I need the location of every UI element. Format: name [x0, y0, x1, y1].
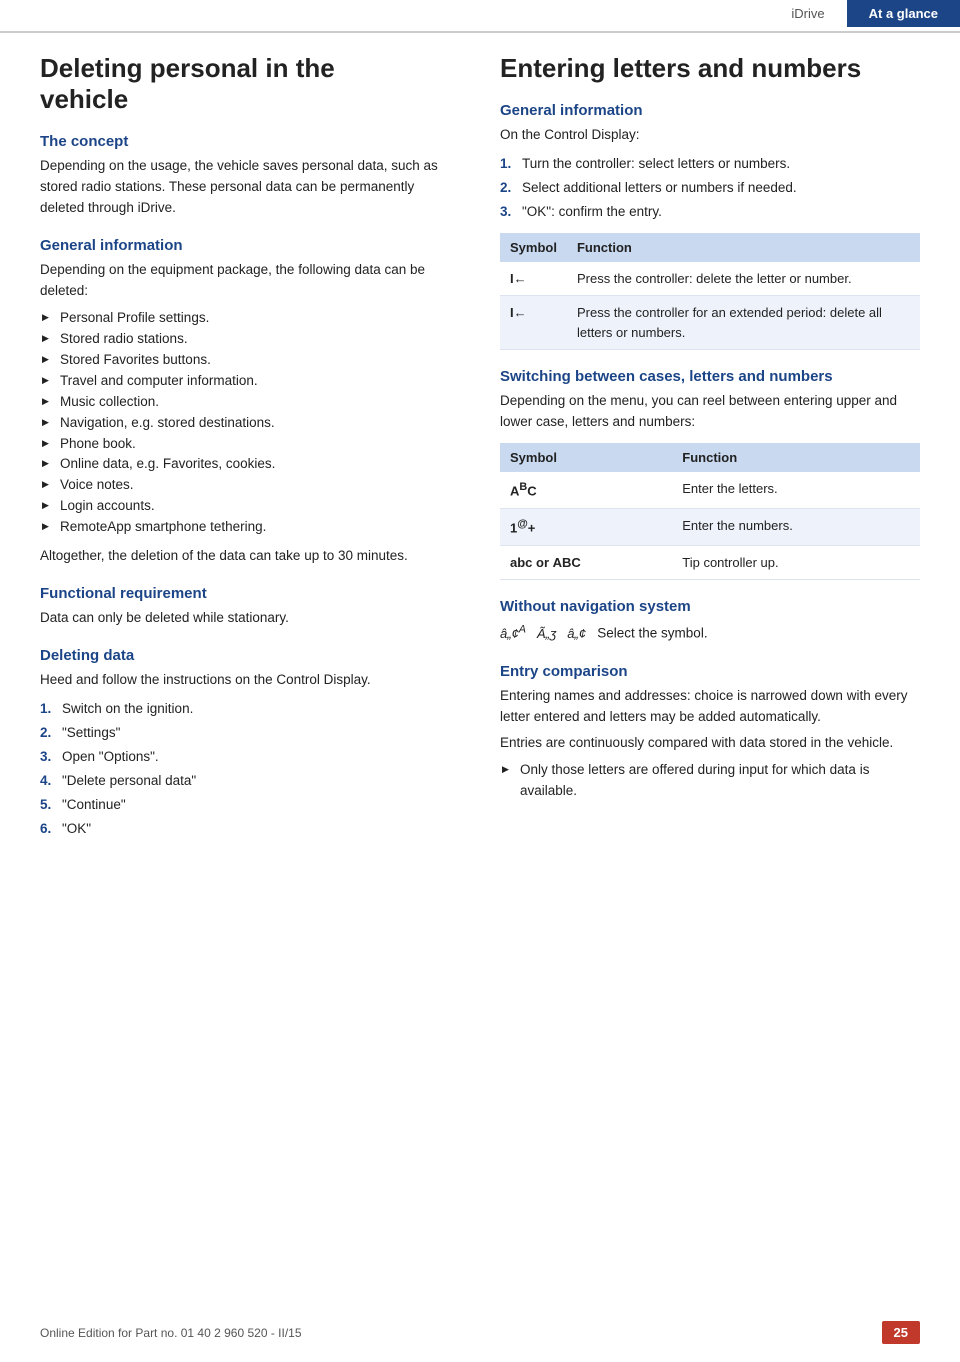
entry-comparison-text1: Entering names and addresses: choice is … — [500, 686, 920, 728]
symbol-cell: 1@+ — [500, 509, 672, 546]
general-info-text-left: Depending on the equipment package, the … — [40, 260, 460, 302]
left-page-title: Deleting personal in the vehicle — [40, 53, 460, 115]
functional-req-text: Data can only be deleted while stationar… — [40, 608, 460, 629]
list-item: 3. Open "Options". — [40, 747, 460, 768]
table-header-function: Function — [567, 233, 920, 262]
function-cell: Enter the letters. — [672, 472, 920, 508]
table-row: I← Press the controller: delete the lett… — [500, 262, 920, 296]
bullet-list: Personal Profile settings. Stored radio … — [40, 308, 460, 538]
right-column: Entering letters and numbers General inf… — [500, 53, 920, 847]
page-header: iDrive At a glance — [0, 0, 960, 33]
general-info-heading-left: General information — [40, 237, 460, 254]
list-item: Phone book. — [40, 434, 460, 455]
symbol-cell: abc or ABC — [500, 545, 672, 580]
symbol-cell: I← — [500, 262, 567, 296]
function-cell: Enter the numbers. — [672, 509, 920, 546]
table-row: ABC Enter the letters. — [500, 472, 920, 508]
page-number: 25 — [882, 1321, 920, 1344]
list-item: Stored Favorites buttons. — [40, 350, 460, 371]
list-item: Online data, e.g. Favorites, cookies. — [40, 454, 460, 475]
table-header-symbol: Symbol — [500, 443, 672, 472]
list-item: 2. "Settings" — [40, 723, 460, 744]
table-header-symbol: Symbol — [500, 233, 567, 262]
list-item: 1. Switch on the ignition. — [40, 699, 460, 720]
list-item: Voice notes. — [40, 475, 460, 496]
deleting-data-text: Heed and follow the instructions on the … — [40, 670, 460, 691]
table-row: abc or ABC Tip controller up. — [500, 545, 920, 580]
symbol-table-1: Symbol Function I← Press the controller:… — [500, 233, 920, 351]
page-footer: Online Edition for Part no. 01 40 2 960 … — [0, 1321, 960, 1344]
header-idrive-tab: iDrive — [769, 0, 846, 27]
function-cell: Tip controller up. — [672, 545, 920, 580]
without-nav-heading: Without navigation system — [500, 598, 920, 615]
list-item: Only those letters are offered during in… — [500, 760, 920, 802]
table-row: I← Press the controller for an extended … — [500, 296, 920, 350]
left-column: Deleting personal in the vehicle The con… — [40, 53, 460, 847]
right-page-title: Entering letters and numbers — [500, 53, 920, 84]
steps-list: 1. Switch on the ignition. 2. "Settings"… — [40, 699, 460, 840]
functional-req-heading: Functional requirement — [40, 585, 460, 602]
list-item: 1. Turn the controller: select letters o… — [500, 154, 920, 175]
symbol-table-2: Symbol Function ABC Enter the letters. 1… — [500, 443, 920, 580]
list-item: Login accounts. — [40, 496, 460, 517]
table-header-function: Function — [672, 443, 920, 472]
deleting-data-heading: Deleting data — [40, 647, 460, 664]
list-item: 6. "OK" — [40, 819, 460, 840]
concept-text: Depending on the usage, the vehicle save… — [40, 156, 460, 219]
switching-text: Depending on the menu, you can reel betw… — [500, 391, 920, 433]
entry-comparison-text2: Entries are continuously compared with d… — [500, 733, 920, 754]
main-content: Deleting personal in the vehicle The con… — [0, 43, 960, 887]
list-item: 2. Select additional letters or numbers … — [500, 178, 920, 199]
function-cell: Press the controller for an extended per… — [567, 296, 920, 350]
list-item: 4. "Delete personal data" — [40, 771, 460, 792]
list-item: RemoteApp smartphone tethering. — [40, 517, 460, 538]
symbol-cell: I← — [500, 296, 567, 350]
list-item: Personal Profile settings. — [40, 308, 460, 329]
bulk-text: Altogether, the deletion of the data can… — [40, 546, 460, 567]
entry-comparison-bullets: Only those letters are offered during in… — [500, 760, 920, 802]
list-item: Music collection. — [40, 392, 460, 413]
entry-comparison-heading: Entry comparison — [500, 663, 920, 680]
copyright-text: Online Edition for Part no. 01 40 2 960 … — [40, 1326, 302, 1340]
table-row: 1@+ Enter the numbers. — [500, 509, 920, 546]
list-item: Navigation, e.g. stored destinations. — [40, 413, 460, 434]
without-nav-text: â„¢A Ã„ʒ â„¢ Select the symbol. — [500, 621, 920, 644]
list-item: Stored radio stations. — [40, 329, 460, 350]
list-item: 3. "OK": confirm the entry. — [500, 202, 920, 223]
general-info-intro: On the Control Display: — [500, 125, 920, 146]
concept-heading: The concept — [40, 133, 460, 150]
header-tabs: iDrive At a glance — [769, 0, 960, 27]
symbol-cell: ABC — [500, 472, 672, 508]
right-steps-list: 1. Turn the controller: select letters o… — [500, 154, 920, 223]
general-info-heading-right: General information — [500, 102, 920, 119]
list-item: Travel and computer information. — [40, 371, 460, 392]
header-at-a-glance-tab: At a glance — [847, 0, 960, 27]
function-cell: Press the controller: delete the letter … — [567, 262, 920, 296]
switching-heading: Switching between cases, letters and num… — [500, 368, 920, 385]
list-item: 5. "Continue" — [40, 795, 460, 816]
